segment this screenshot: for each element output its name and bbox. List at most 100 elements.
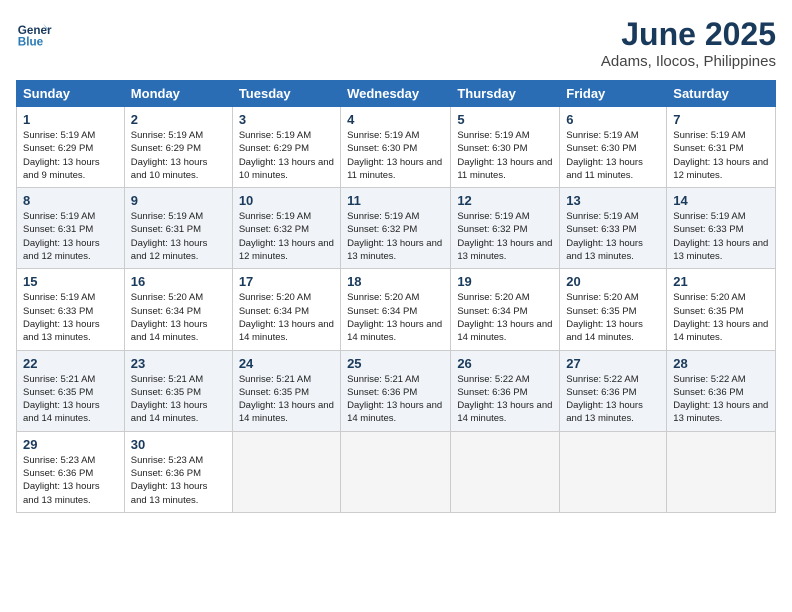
calendar-cell: 18 Sunrise: 5:20 AMSunset: 6:34 PMDaylig… xyxy=(341,269,451,350)
calendar-cell: 4 Sunrise: 5:19 AMSunset: 6:30 PMDayligh… xyxy=(341,107,451,188)
weekday-header: Thursday xyxy=(451,81,560,107)
calendar-cell: 17 Sunrise: 5:20 AMSunset: 6:34 PMDaylig… xyxy=(232,269,340,350)
logo: General Blue xyxy=(16,16,52,52)
calendar-week-row: 15 Sunrise: 5:19 AMSunset: 6:33 PMDaylig… xyxy=(17,269,776,350)
day-number: 23 xyxy=(131,356,226,371)
calendar-cell: 15 Sunrise: 5:19 AMSunset: 6:33 PMDaylig… xyxy=(17,269,125,350)
svg-text:Blue: Blue xyxy=(18,36,44,49)
calendar-cell: 1 Sunrise: 5:19 AMSunset: 6:29 PMDayligh… xyxy=(17,107,125,188)
calendar-cell: 2 Sunrise: 5:19 AMSunset: 6:29 PMDayligh… xyxy=(124,107,232,188)
day-info: Sunrise: 5:20 AMSunset: 6:34 PMDaylight:… xyxy=(239,292,334,343)
calendar-cell: 3 Sunrise: 5:19 AMSunset: 6:29 PMDayligh… xyxy=(232,107,340,188)
day-info: Sunrise: 5:19 AMSunset: 6:31 PMDaylight:… xyxy=(131,211,208,262)
day-number: 12 xyxy=(457,193,553,208)
calendar-cell: 14 Sunrise: 5:19 AMSunset: 6:33 PMDaylig… xyxy=(667,188,776,269)
day-number: 20 xyxy=(566,274,660,289)
day-number: 26 xyxy=(457,356,553,371)
calendar-cell: 23 Sunrise: 5:21 AMSunset: 6:35 PMDaylig… xyxy=(124,350,232,431)
weekday-header: Tuesday xyxy=(232,81,340,107)
calendar-cell xyxy=(451,431,560,512)
weekday-header: Saturday xyxy=(667,81,776,107)
day-number: 10 xyxy=(239,193,334,208)
day-number: 4 xyxy=(347,112,444,127)
day-number: 22 xyxy=(23,356,118,371)
weekday-header: Friday xyxy=(560,81,667,107)
day-number: 5 xyxy=(457,112,553,127)
day-info: Sunrise: 5:19 AMSunset: 6:29 PMDaylight:… xyxy=(239,130,334,181)
day-number: 9 xyxy=(131,193,226,208)
calendar-cell: 11 Sunrise: 5:19 AMSunset: 6:32 PMDaylig… xyxy=(341,188,451,269)
day-number: 14 xyxy=(673,193,769,208)
day-info: Sunrise: 5:19 AMSunset: 6:33 PMDaylight:… xyxy=(673,211,768,262)
day-info: Sunrise: 5:23 AMSunset: 6:36 PMDaylight:… xyxy=(131,455,208,506)
calendar-cell xyxy=(560,431,667,512)
calendar-cell: 20 Sunrise: 5:20 AMSunset: 6:35 PMDaylig… xyxy=(560,269,667,350)
day-info: Sunrise: 5:19 AMSunset: 6:30 PMDaylight:… xyxy=(347,130,442,181)
day-number: 7 xyxy=(673,112,769,127)
day-number: 15 xyxy=(23,274,118,289)
calendar-header: SundayMondayTuesdayWednesdayThursdayFrid… xyxy=(17,81,776,107)
calendar-cell: 7 Sunrise: 5:19 AMSunset: 6:31 PMDayligh… xyxy=(667,107,776,188)
day-info: Sunrise: 5:19 AMSunset: 6:33 PMDaylight:… xyxy=(23,292,100,343)
calendar-cell: 19 Sunrise: 5:20 AMSunset: 6:34 PMDaylig… xyxy=(451,269,560,350)
day-number: 11 xyxy=(347,193,444,208)
calendar-cell: 21 Sunrise: 5:20 AMSunset: 6:35 PMDaylig… xyxy=(667,269,776,350)
day-info: Sunrise: 5:21 AMSunset: 6:36 PMDaylight:… xyxy=(347,374,442,425)
day-info: Sunrise: 5:19 AMSunset: 6:32 PMDaylight:… xyxy=(457,211,552,262)
calendar-body: 1 Sunrise: 5:19 AMSunset: 6:29 PMDayligh… xyxy=(17,107,776,513)
day-info: Sunrise: 5:20 AMSunset: 6:35 PMDaylight:… xyxy=(566,292,643,343)
day-info: Sunrise: 5:21 AMSunset: 6:35 PMDaylight:… xyxy=(23,374,100,425)
weekday-header: Sunday xyxy=(17,81,125,107)
weekday-header: Monday xyxy=(124,81,232,107)
day-info: Sunrise: 5:19 AMSunset: 6:29 PMDaylight:… xyxy=(131,130,208,181)
day-info: Sunrise: 5:21 AMSunset: 6:35 PMDaylight:… xyxy=(131,374,208,425)
calendar-week-row: 29 Sunrise: 5:23 AMSunset: 6:36 PMDaylig… xyxy=(17,431,776,512)
calendar-cell: 12 Sunrise: 5:19 AMSunset: 6:32 PMDaylig… xyxy=(451,188,560,269)
day-number: 17 xyxy=(239,274,334,289)
day-info: Sunrise: 5:22 AMSunset: 6:36 PMDaylight:… xyxy=(457,374,552,425)
day-info: Sunrise: 5:22 AMSunset: 6:36 PMDaylight:… xyxy=(566,374,643,425)
day-info: Sunrise: 5:19 AMSunset: 6:30 PMDaylight:… xyxy=(566,130,643,181)
calendar-cell: 5 Sunrise: 5:19 AMSunset: 6:30 PMDayligh… xyxy=(451,107,560,188)
day-number: 16 xyxy=(131,274,226,289)
day-number: 13 xyxy=(566,193,660,208)
day-info: Sunrise: 5:19 AMSunset: 6:33 PMDaylight:… xyxy=(566,211,643,262)
calendar-cell: 16 Sunrise: 5:20 AMSunset: 6:34 PMDaylig… xyxy=(124,269,232,350)
day-info: Sunrise: 5:19 AMSunset: 6:32 PMDaylight:… xyxy=(347,211,442,262)
calendar-cell: 10 Sunrise: 5:19 AMSunset: 6:32 PMDaylig… xyxy=(232,188,340,269)
day-number: 29 xyxy=(23,437,118,452)
calendar-cell xyxy=(341,431,451,512)
title-area: June 2025 Adams, Ilocos, Philippines xyxy=(601,16,776,70)
logo-icon: General Blue xyxy=(16,16,52,52)
calendar-cell: 25 Sunrise: 5:21 AMSunset: 6:36 PMDaylig… xyxy=(341,350,451,431)
calendar-cell: 8 Sunrise: 5:19 AMSunset: 6:31 PMDayligh… xyxy=(17,188,125,269)
day-info: Sunrise: 5:19 AMSunset: 6:29 PMDaylight:… xyxy=(23,130,100,181)
calendar-cell: 22 Sunrise: 5:21 AMSunset: 6:35 PMDaylig… xyxy=(17,350,125,431)
day-number: 28 xyxy=(673,356,769,371)
calendar-cell xyxy=(232,431,340,512)
day-number: 2 xyxy=(131,112,226,127)
calendar-cell: 28 Sunrise: 5:22 AMSunset: 6:36 PMDaylig… xyxy=(667,350,776,431)
calendar-cell xyxy=(667,431,776,512)
day-number: 19 xyxy=(457,274,553,289)
calendar-cell: 13 Sunrise: 5:19 AMSunset: 6:33 PMDaylig… xyxy=(560,188,667,269)
day-info: Sunrise: 5:19 AMSunset: 6:32 PMDaylight:… xyxy=(239,211,334,262)
calendar-cell: 29 Sunrise: 5:23 AMSunset: 6:36 PMDaylig… xyxy=(17,431,125,512)
calendar-cell: 26 Sunrise: 5:22 AMSunset: 6:36 PMDaylig… xyxy=(451,350,560,431)
calendar-cell: 27 Sunrise: 5:22 AMSunset: 6:36 PMDaylig… xyxy=(560,350,667,431)
day-info: Sunrise: 5:21 AMSunset: 6:35 PMDaylight:… xyxy=(239,374,334,425)
day-info: Sunrise: 5:20 AMSunset: 6:35 PMDaylight:… xyxy=(673,292,768,343)
day-number: 8 xyxy=(23,193,118,208)
day-info: Sunrise: 5:20 AMSunset: 6:34 PMDaylight:… xyxy=(457,292,552,343)
calendar-cell: 6 Sunrise: 5:19 AMSunset: 6:30 PMDayligh… xyxy=(560,107,667,188)
calendar-week-row: 8 Sunrise: 5:19 AMSunset: 6:31 PMDayligh… xyxy=(17,188,776,269)
day-number: 25 xyxy=(347,356,444,371)
day-info: Sunrise: 5:19 AMSunset: 6:31 PMDaylight:… xyxy=(23,211,100,262)
day-info: Sunrise: 5:20 AMSunset: 6:34 PMDaylight:… xyxy=(347,292,442,343)
calendar-cell: 30 Sunrise: 5:23 AMSunset: 6:36 PMDaylig… xyxy=(124,431,232,512)
day-number: 30 xyxy=(131,437,226,452)
calendar-cell: 24 Sunrise: 5:21 AMSunset: 6:35 PMDaylig… xyxy=(232,350,340,431)
day-number: 1 xyxy=(23,112,118,127)
day-info: Sunrise: 5:23 AMSunset: 6:36 PMDaylight:… xyxy=(23,455,100,506)
day-number: 3 xyxy=(239,112,334,127)
